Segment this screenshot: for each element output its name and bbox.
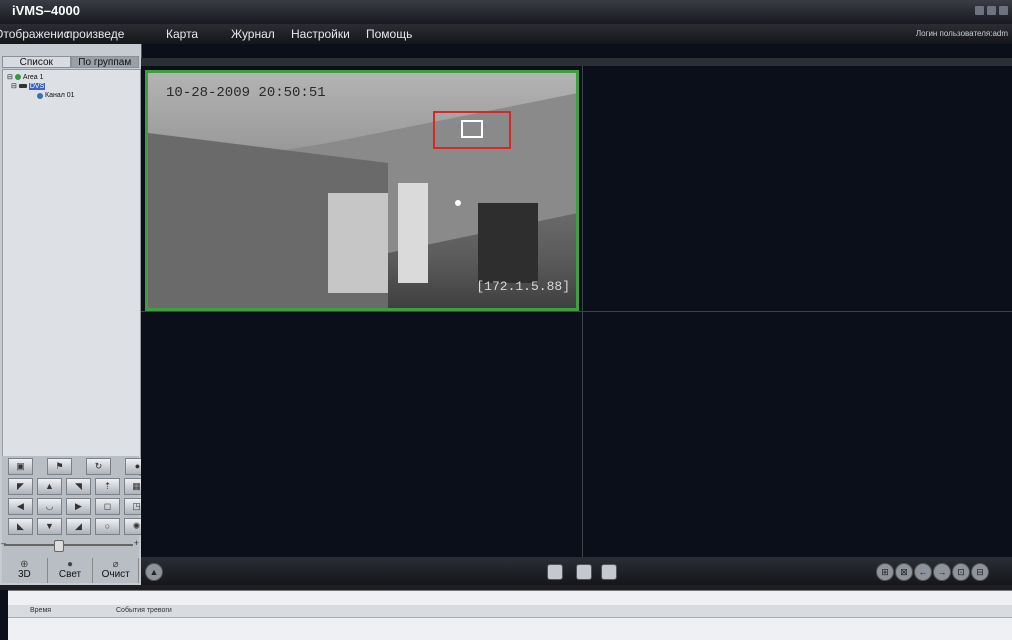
auto-pan-icon[interactable]: ◡ (37, 498, 62, 515)
alarm-panel: Время События тревоги (8, 590, 1012, 640)
pan-up-icon[interactable]: ▲ (37, 478, 62, 495)
ptz-speed-slider[interactable]: – + (1, 538, 139, 552)
view-header (141, 58, 1012, 66)
view-toolbar: ▲ ⊞ ⊠ ← → ⊡ ⊟ (141, 557, 1012, 585)
menu-item-map[interactable]: Карта (166, 27, 198, 41)
camera-icon (37, 92, 43, 99)
tree-node-device[interactable]: ⊟ DVS (11, 82, 46, 90)
ptz-row-2: ◀ ◡ ▶ ◻ ◳ (8, 498, 149, 515)
column-alarm-events: События тревоги (116, 607, 172, 614)
collapse-icon[interactable]: ⊟ (11, 82, 17, 90)
zoom-in-icon[interactable]: ⇡ (95, 478, 120, 495)
3d-button[interactable]: ⊕ 3D (2, 558, 48, 583)
tree-node-channel[interactable]: Канал 01 (37, 92, 75, 99)
light-button[interactable]: ● Свет (48, 558, 94, 583)
ptz-mode-row: ▣ ⚑ ↻ ● (8, 458, 150, 475)
tab-bar: Список По группам (2, 56, 139, 68)
tree-node-area[interactable]: ⊟ Area 1 (7, 73, 44, 82)
tab-list[interactable]: Список (2, 56, 71, 68)
tree-device-label: DVS (28, 82, 46, 90)
left-panel: Список По группам ⊟ Area 1 ⊟ DVS Канал 0… (0, 44, 150, 585)
dvr-icon (18, 84, 27, 88)
pan-down-right-icon[interactable]: ◢ (66, 518, 91, 535)
video-window-1[interactable]: 10-28-2009 20:50:51 [172.1.5.88] (145, 70, 579, 311)
ptz-target-box[interactable] (433, 111, 511, 149)
record-all-icon[interactable] (576, 564, 592, 580)
window-controls (975, 6, 1008, 15)
snapshot-icon[interactable] (601, 564, 617, 580)
user-icon[interactable] (975, 6, 984, 15)
camera-scene (148, 93, 576, 308)
clear-button[interactable]: ⌀ Очист (93, 558, 140, 583)
preset-icon[interactable]: ⚑ (47, 458, 72, 475)
prev-page-icon[interactable]: ← (914, 563, 932, 581)
app-title: iVMS–4000 (12, 3, 80, 18)
ptz-row-3: ◣ ▼ ◢ ○ ✺ (8, 518, 149, 535)
pan-left-icon[interactable]: ◀ (8, 498, 33, 515)
alarm-table-header: Время События тревоги (8, 605, 1012, 618)
device-tree: ⊟ Area 1 ⊟ DVS Канал 01 (2, 69, 141, 476)
3d-label: 3D (17, 569, 31, 580)
pan-right-icon[interactable]: ▶ (66, 498, 91, 515)
layout-4-icon[interactable]: ⊠ (895, 563, 913, 581)
login-status: Логин пользователя:adm (915, 29, 1008, 38)
title-bar: iVMS–4000 (0, 0, 1012, 25)
ptz-row-1: ◤ ▲ ◥ ⇡ ▦ (8, 478, 149, 495)
pan-down-left-icon[interactable]: ◣ (8, 518, 33, 535)
collapse-icon[interactable]: ⊟ (7, 73, 13, 81)
minimize-icon[interactable] (999, 6, 1008, 15)
minus-icon: – (1, 538, 7, 548)
ptz-bottom-buttons: ⊕ 3D ● Свет ⌀ Очист (2, 558, 140, 583)
eject-icon[interactable]: ▲ (145, 563, 163, 581)
light-label: Свет (58, 569, 82, 580)
column-time: Время (30, 607, 52, 614)
sequence-icon[interactable]: ⊟ (971, 563, 989, 581)
cruise-icon[interactable]: ↻ (86, 458, 111, 475)
area-icon (14, 74, 21, 80)
focus-near-icon[interactable]: ◻ (95, 498, 120, 515)
menu-item-help[interactable]: Помощь (366, 27, 412, 41)
plus-icon: + (133, 538, 139, 548)
pan-up-left-icon[interactable]: ◤ (8, 478, 33, 495)
next-page-icon[interactable]: → (933, 563, 951, 581)
grid-divider-horizontal (141, 311, 1012, 312)
pan-down-icon[interactable]: ▼ (37, 518, 62, 535)
menu-bar: Отображенис произведе Карта Журнал Настр… (0, 24, 1012, 44)
slider-knob[interactable] (54, 540, 64, 552)
ptz-mode-icon[interactable]: ▣ (8, 458, 33, 475)
stop-all-icon[interactable] (547, 564, 563, 580)
crosshair-icon (461, 120, 483, 138)
layout-1-icon[interactable]: ⊞ (876, 563, 894, 581)
camera-timestamp: 10-28-2009 20:50:51 (166, 85, 326, 101)
pan-up-right-icon[interactable]: ◥ (66, 478, 91, 495)
iris-close-icon[interactable]: ○ (95, 518, 120, 535)
menu-item-settings[interactable]: Настройки (291, 27, 350, 41)
menu-item-journal[interactable]: Журнал (231, 27, 275, 41)
clear-label: Очист (101, 569, 130, 580)
menu-item-playback[interactable]: произведе (66, 27, 124, 41)
fullscreen-icon[interactable]: ⊡ (952, 563, 970, 581)
menu-item-view[interactable]: Отображенис (0, 27, 70, 41)
camera-ip: [172.1.5.88] (476, 279, 570, 294)
tab-groups[interactable]: По группам (70, 56, 139, 68)
tree-channel-label: Канал 01 (45, 92, 75, 99)
lock-icon[interactable] (987, 6, 996, 15)
tree-area-label: Area 1 (22, 73, 44, 81)
